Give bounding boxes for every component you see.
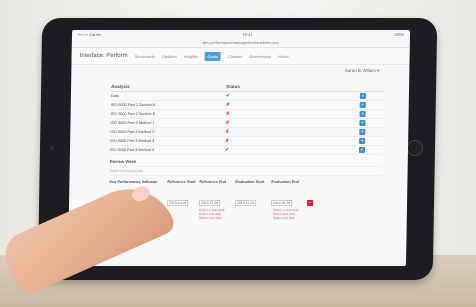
app-navbar: Interface: Perform Scorecards Updates In… [71,48,410,65]
analysis-rows: Date ✔ + ISO 9000 Part 1 Section A ✘ + ISO 900… [109,92,385,155]
row-label: ISO 9000 Part 1 Section A [110,103,156,107]
row-label: Date [110,94,119,98]
row-label: ISO 9000 Part 3 Method 2 [110,130,155,134]
table-row: ISO 9000 Part 3 Method 4 ✔ + [109,146,385,155]
status-bar: ••○○○ Carrier 10:41 100% [72,30,410,38]
row-label: ISO 9000 Part 3 Method 3 [110,139,155,143]
url-text: dev.performancemanagementmarkets.com [202,40,279,45]
note-line: Select start date [198,216,222,221]
cross-icon: ✘ [225,102,231,108]
tab-home[interactable]: Home [278,54,289,59]
table-row: ISO 9000 Part 3 Method 3 ✘ + [110,137,385,146]
header-analysis: Analysis [111,84,130,89]
table-header: Analysis Status [110,82,386,92]
note-line: Select end date [272,216,295,221]
user-menu[interactable]: Aaron B. Affairs ▾ [71,65,409,78]
camera-icon [49,146,55,150]
check-icon: ✔ [225,93,231,99]
delete-kpi-button[interactable]: − [307,200,314,206]
add-row-button[interactable]: + [358,147,366,153]
section-subtitle: Select review periods [109,167,384,176]
ref-start-input[interactable]: 2013-10-01 [167,200,189,206]
brand-title: Interface: Perform [79,53,128,59]
home-button[interactable] [406,140,424,156]
check-icon: ✔ [224,147,230,153]
kpi-col-ref-start: Reference Start [167,180,196,184]
add-row-button[interactable]: + [359,102,366,108]
table-row: ISO 9000 Part 3 Method 2 ✘ + [110,128,385,137]
time-label: 10:41 [242,31,253,37]
address-bar[interactable]: dev.performancemanagementmarkets.com [71,38,410,48]
row-label: ISO 9000 Part 3 Method 1 [110,121,155,125]
kpi-col-eval-end: Evaluation End [271,180,299,184]
tab-scorecards[interactable]: Scorecards [135,54,155,59]
add-row-button[interactable]: + [359,138,366,144]
cross-icon: ✘ [225,129,230,135]
header-status: Status [226,84,240,89]
table-row: ISO 9000 Part 3 Method 1 ✘ + [110,119,385,128]
eval-start-input[interactable]: 2013-12-01 [235,200,257,206]
row-label: ISO 9000 Part 2 Section B [110,112,156,116]
cross-icon: ✘ [225,120,230,126]
tab-governance[interactable]: Governance [249,54,271,59]
notes-ref: Select a start date Select end date Sele… [199,208,229,221]
add-row-button[interactable]: + [359,111,366,117]
carrier-label: ••○○○ Carrier [77,31,102,37]
notes-eval: Select a start date Select end date Sele… [273,208,303,221]
table-row: Date ✔ + [110,92,385,101]
kpi-col-ref-end: Reference End [199,180,227,184]
add-row-button[interactable]: + [359,129,366,135]
tab-updates[interactable]: Updates [162,54,177,59]
tab-insights[interactable]: Insights [184,54,198,59]
cross-icon: ✘ [225,138,230,144]
tab-goals[interactable]: Goals [204,51,222,61]
ref-end-input[interactable]: 2013-11-30 [199,200,221,206]
add-row-button[interactable]: + [359,93,366,99]
tab-classes[interactable]: Classes [228,54,242,59]
row-label: ISO 9000 Part 3 Method 4 [109,148,155,152]
kpi-col-eval-start: Evaluation Start [235,180,265,184]
battery-label: 100% [393,31,405,37]
cross-icon: ✘ [225,111,230,117]
eval-end-input[interactable]: 2014-01-31 [271,200,293,206]
section-title: Review Week [109,155,384,167]
add-row-button[interactable]: + [359,120,366,126]
table-row: ISO 9000 Part 1 Section A ✘ + [110,101,385,110]
table-row: ISO 9000 Part 2 Section B ✘ + [110,110,385,119]
